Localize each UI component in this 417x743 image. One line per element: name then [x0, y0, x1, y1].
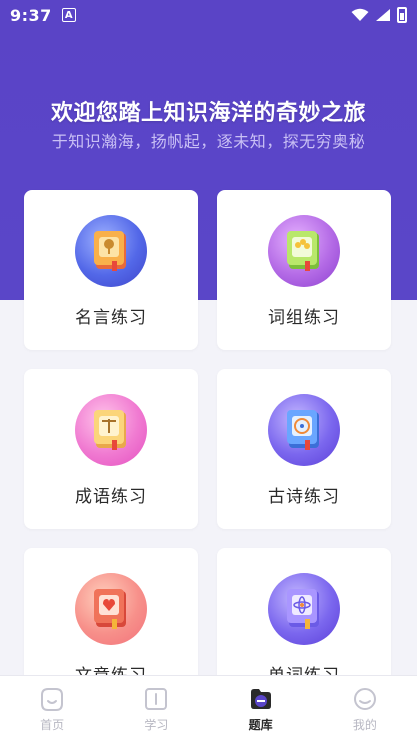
profile-icon: [353, 688, 376, 710]
atom-book-icon: [268, 573, 340, 645]
notification-icon: A: [61, 8, 76, 22]
tab-question-bank[interactable]: 题库: [221, 686, 301, 733]
question-bank-icon: [250, 689, 271, 709]
compass-book-icon: [268, 394, 340, 466]
tab-home[interactable]: 首页: [12, 686, 92, 733]
status-time: 9:37: [10, 5, 52, 25]
practice-card-phrases[interactable]: 词组练习: [217, 190, 391, 350]
card-label: 名言练习: [75, 308, 147, 328]
tab-label: 题库: [248, 718, 273, 732]
app-screen: 9:37 A 欢迎您踏上知识海洋的奇妙之旅 于知识瀚海，扬帆起，逐未知，探无穷奥…: [0, 0, 417, 743]
tab-label: 首页: [40, 718, 65, 732]
tree-book-icon: [75, 215, 147, 287]
book-icon: [145, 688, 168, 710]
heart-book-icon: [75, 573, 147, 645]
bottom-tab-bar: 首页 学习 题库 我的: [0, 675, 417, 743]
tab-label: 我的: [352, 718, 377, 732]
signal-icon: [376, 9, 390, 21]
scale-book-icon: [75, 394, 147, 466]
tab-study[interactable]: 学习: [116, 686, 196, 733]
status-icons: [351, 7, 407, 23]
wifi-icon: [351, 8, 369, 21]
card-label: 词组练习: [268, 308, 340, 328]
card-label: 古诗练习: [268, 487, 340, 507]
status-bar: 9:37 A: [0, 0, 417, 30]
practice-card-idioms[interactable]: 成语练习: [24, 369, 198, 529]
flower-book-icon: [268, 215, 340, 287]
page-subtitle: 于知识瀚海，扬帆起，逐未知，探无穷奥秘: [51, 132, 366, 151]
card-label: 成语练习: [75, 487, 147, 507]
home-icon: [41, 688, 64, 711]
battery-icon: [397, 7, 407, 23]
page-title: 欢迎您踏上知识海洋的奇妙之旅: [50, 101, 366, 126]
tab-profile[interactable]: 我的: [325, 686, 405, 733]
tab-label: 学习: [144, 718, 169, 732]
practice-card-quotes[interactable]: 名言练习: [24, 190, 198, 350]
practice-card-poems[interactable]: 古诗练习: [217, 369, 391, 529]
